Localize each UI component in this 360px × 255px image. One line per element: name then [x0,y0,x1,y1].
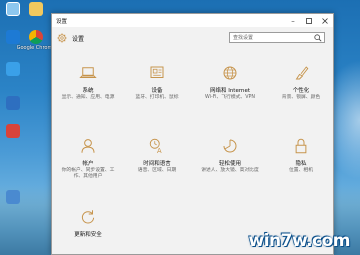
close-icon [322,17,328,24]
tile-system[interactable]: 系统 显示、通知、应用、电源 [55,64,121,101]
page-title: 设置 [72,35,85,43]
window-title: 设置 [56,18,68,25]
tile-time-language[interactable]: A 时间和语言 语音、区域、日期 [124,137,190,174]
search-box [229,32,325,43]
desktop-icon-computer[interactable] [2,2,24,16]
close-button[interactable] [317,14,333,27]
refresh-icon [81,210,95,224]
desktop-icon-user[interactable] [25,2,47,16]
search-icon[interactable] [314,33,322,42]
tile-devices[interactable]: 设备 蓝牙、打印机、鼠标 [124,64,190,101]
title-bar[interactable]: 设置 – [52,14,333,27]
tile-privacy[interactable]: 隐私 位置、相机 [268,137,334,174]
tile-privacy-desc: 位置、相机 [289,168,313,173]
desktop-icon-chrome[interactable]: Google Chrome [17,30,55,51]
desktop-icon-edge[interactable] [2,30,24,44]
tile-system-name: 系统 [82,88,94,94]
tile-accounts-name: 帐户 [82,161,94,167]
tile-update-security[interactable]: 更新和安全 [55,208,121,238]
app-icon [6,124,20,138]
maximize-button[interactable] [301,14,317,27]
window-controls: – [285,14,333,27]
search-input[interactable] [230,33,312,42]
browser-icon [6,30,20,44]
tile-update-security-name: 更新和安全 [74,232,102,238]
app-icon [6,190,20,204]
chrome-icon [29,30,43,44]
tile-personalization-desc: 背景、锁屏、颜色 [281,95,321,100]
laptop-icon [79,67,97,78]
desktop-icon-app4[interactable] [2,190,24,204]
desktop-icon-app3[interactable] [2,124,24,138]
gear-icon [57,33,67,43]
time-language-icon: A [149,138,162,155]
desktop-icon-app2[interactable] [2,96,24,110]
tile-ease-of-access-name: 轻松使用 [218,161,241,167]
settings-header: 设置 [52,27,333,49]
tile-personalization[interactable]: 个性化 背景、锁屏、颜色 [268,64,334,101]
settings-window: 设置 – 设置 查找设置 系统 显示、通知、应用、电源 设备 蓝牙、打印机、鼠标… [51,13,334,255]
tile-accounts[interactable]: 帐户 你的帐户、同步设置、工作、其他用户 [55,137,121,180]
svg-text:A: A [157,147,162,155]
app-icon [6,62,20,76]
person-icon [81,139,95,153]
tile-network[interactable]: 网络和 Internet Wi-Fi、飞行模式、VPN [197,64,263,101]
tile-accounts-desc: 你的帐户、同步设置、工作、其他用户 [61,168,115,179]
desktop-icon-label: Google Chrome [16,45,56,51]
paint-icon [295,66,309,80]
app-icon [6,96,20,110]
tile-system-desc: 显示、通知、应用、电源 [61,95,115,100]
tile-time-language-desc: 语音、区域、日期 [137,168,177,173]
folder-icon [29,2,43,16]
tile-privacy-name: 隐私 [295,161,307,167]
tile-network-name: 网络和 Internet [209,88,251,94]
globe-icon [223,66,237,80]
lock-icon [295,138,307,154]
watermark-logo: win7w.com [248,231,350,251]
keyboard-icon [150,66,164,78]
ease-of-access-icon [223,139,237,153]
desktop-icon-app[interactable] [2,62,24,76]
computer-icon [6,2,20,16]
tile-ease-of-access-desc: 讲述人、放大镜、高对比度 [201,168,259,173]
maximize-icon [306,17,312,24]
tile-devices-desc: 蓝牙、打印机、鼠标 [135,95,179,100]
tile-personalization-name: 个性化 [292,88,310,94]
tile-devices-name: 设备 [151,88,163,94]
tile-network-desc: Wi-Fi、飞行模式、VPN [205,95,255,100]
tile-time-language-name: 时间和语言 [143,161,171,167]
tile-ease-of-access[interactable]: 轻松使用 讲述人、放大镜、高对比度 [197,137,263,174]
minimize-button[interactable]: – [285,14,301,27]
